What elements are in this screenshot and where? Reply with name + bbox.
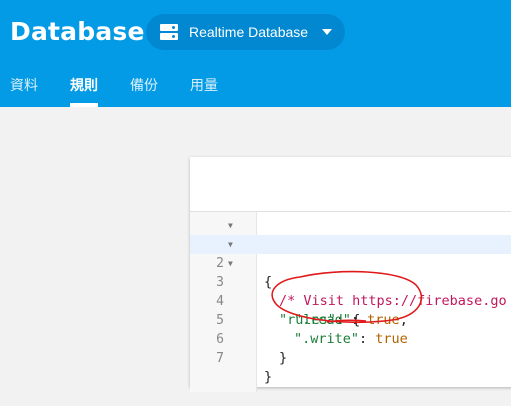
dropdown-caret-icon (322, 29, 332, 35)
fold-arrow-icon[interactable]: ▼ (228, 235, 233, 254)
editor-toolbar (190, 157, 511, 212)
page-title: Database (10, 17, 145, 46)
fold-arrow-icon[interactable]: ▼ (228, 216, 233, 235)
tab-backups[interactable]: 備份 (130, 66, 158, 107)
database-selector[interactable]: Realtime Database (146, 14, 345, 50)
code-line[interactable]: 1 ▼ { (190, 216, 511, 290)
code-line[interactable]: 5 ".write": true (190, 292, 511, 347)
tab-usage[interactable]: 用量 (190, 66, 218, 107)
tab-bar: 資料 規則 備份 用量 (0, 66, 218, 107)
rules-editor-panel: 1 ▼ { 2 ▼ /* Visit https://firebase.go 3… (190, 157, 511, 392)
tab-rules[interactable]: 規則 (70, 66, 98, 107)
code-line[interactable]: 2 ▼ /* Visit https://firebase.go (190, 235, 511, 309)
app-header: Database Realtime Database 資料 規則 備份 用量 (0, 0, 511, 107)
code-editor[interactable]: 1 ▼ { 2 ▼ /* Visit https://firebase.go 3… (190, 216, 511, 385)
code-line[interactable]: 6 } (190, 311, 511, 366)
fold-arrow-icon[interactable]: ▼ (228, 254, 233, 273)
code-line[interactable]: 4 ".read": true, (190, 273, 511, 328)
database-icon (160, 24, 178, 40)
tab-data[interactable]: 資料 (10, 66, 38, 107)
line-number: 7 (216, 351, 224, 366)
code-line[interactable]: 7 } (190, 330, 511, 385)
code-text: } (279, 350, 288, 366)
code-line[interactable]: 3 ▼ "rules": { (190, 254, 511, 328)
code-text: } (264, 369, 273, 385)
database-selector-label: Realtime Database (189, 24, 309, 40)
